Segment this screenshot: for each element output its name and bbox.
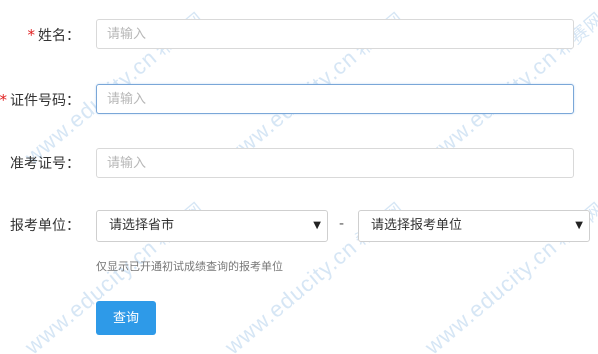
watermark-text: www.educity.cn bbox=[220, 234, 362, 354]
registration-unit-hint: 仅显示已开通初试成绩查询的报考单位 bbox=[96, 260, 283, 273]
watermark-text: www.educity.cn bbox=[20, 234, 162, 354]
required-mark: * bbox=[27, 26, 36, 44]
name-label-text: 姓名： bbox=[38, 28, 80, 44]
id-number-row: * 证件号码： bbox=[0, 84, 598, 116]
query-button[interactable]: 查询 bbox=[96, 301, 156, 335]
province-select-value: 请选择省市 bbox=[109, 218, 175, 233]
registration-unit-row: 报考单位： 请选择省市 ▼ - 请选择报考单位 ▼ bbox=[0, 210, 598, 242]
admission-number-input[interactable] bbox=[96, 148, 574, 178]
id-number-label: * 证件号码： bbox=[0, 90, 80, 111]
name-row: * 姓名： bbox=[0, 19, 598, 51]
unit-select[interactable]: 请选择报考单位 ▼ bbox=[358, 210, 590, 242]
unit-select-value: 请选择报考单位 bbox=[371, 218, 463, 233]
admission-number-row: 准考证号： bbox=[0, 148, 598, 180]
select-separator: - bbox=[339, 216, 345, 232]
chevron-down-icon: ▼ bbox=[313, 220, 321, 231]
province-select[interactable]: 请选择省市 ▼ bbox=[96, 210, 328, 242]
chevron-down-icon: ▼ bbox=[575, 220, 583, 231]
registration-unit-label: 报考单位： bbox=[10, 218, 80, 234]
id-number-input[interactable] bbox=[96, 84, 574, 114]
name-label: * 姓名： bbox=[28, 25, 81, 46]
id-number-label-text: 证件号码： bbox=[10, 93, 80, 109]
name-input[interactable] bbox=[96, 19, 574, 49]
watermark-text: www.educity.cn bbox=[420, 234, 562, 354]
admission-number-label: 准考证号： bbox=[10, 156, 80, 172]
required-mark: * bbox=[0, 91, 7, 109]
